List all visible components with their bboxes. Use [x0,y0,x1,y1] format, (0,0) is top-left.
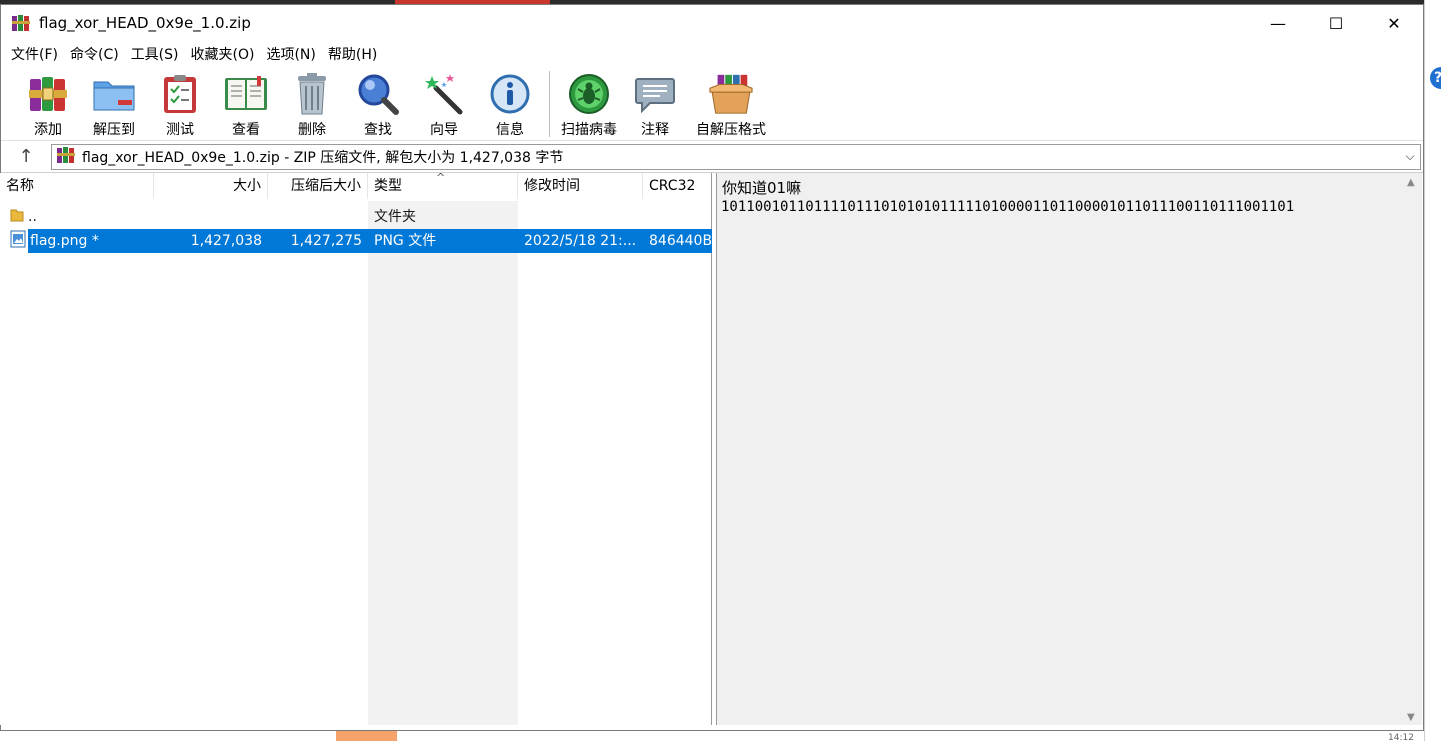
file-crc: 846440B [643,229,712,253]
speech-bubble-icon [632,71,678,117]
column-header-name[interactable]: 名称 [0,173,154,199]
scroll-up-icon[interactable]: ▲ [1407,177,1415,188]
archive-books-icon [25,71,71,117]
title-bar: flag_xor_HEAD_0x9e_1.0.zip — ☐ ✕ [1,5,1423,41]
file-size [154,205,268,229]
minimize-button[interactable]: — [1249,5,1307,41]
menu-tools[interactable]: 工具(S) [125,44,185,64]
toolbar-separator [549,71,550,137]
file-name: flag.png * [28,229,154,253]
extract-to-label: 解压到 [93,122,135,138]
menu-commands[interactable]: 命令(C) [64,44,125,64]
column-header-type-label: 类型 [374,178,402,194]
file-packed: 1,427,275 [268,229,368,253]
comment-title: 你知道01嘛 [722,179,802,197]
test-button[interactable]: 测试 [147,67,213,139]
column-header-modified[interactable]: 修改时间 [518,173,643,199]
extract-to-button[interactable]: 解压到 [81,67,147,139]
scan-virus-button[interactable]: 扫描病毒 [556,67,622,139]
sort-ascending-icon: ^ [436,171,446,184]
taskbar-strip [0,731,1424,741]
view-button[interactable]: 查看 [213,67,279,139]
sfx-label: 自解压格式 [696,122,766,138]
background-window [1424,0,1441,741]
table-row-flag-png[interactable]: flag.png * 1,427,038 1,427,275 PNG 文件 20… [0,229,712,253]
comment-label: 注释 [641,122,669,138]
scan-virus-label: 扫描病毒 [561,122,617,138]
folder-icon [0,207,24,227]
sfx-box-icon [708,71,754,117]
clipboard-check-icon [157,71,203,117]
archive-comment-pane: 你知道01嘛 101100101101111011101010101111101… [716,173,1422,725]
file-modified [518,205,643,229]
magic-wand-icon [421,71,467,117]
info-icon [487,71,533,117]
taskbar-highlight [336,731,397,741]
toolbar: 添加 解压到 测试 查看 删除 查找 向导 信息 扫描病毒 注释 自解压格式 [1,67,1423,141]
png-file-icon [0,230,28,252]
chevron-down-icon[interactable]: ⌵ [1400,149,1420,164]
menu-help[interactable]: 帮助(H) [322,44,383,64]
menu-options[interactable]: 选项(N) [260,44,321,64]
up-arrow-icon[interactable]: ↑ [1,146,51,167]
sorted-column-highlight [368,201,518,725]
archive-path-text: flag_xor_HEAD_0x9e_1.0.zip - ZIP 压缩文件, 解… [82,149,564,166]
file-name: .. [28,209,37,225]
wizard-button[interactable]: 向导 [411,67,477,139]
column-header-size[interactable]: 大小 [154,173,268,199]
comment-scrollbar[interactable]: ▲ ▼ [1404,173,1422,725]
path-combobox[interactable]: flag_xor_HEAD_0x9e_1.0.zip - ZIP 压缩文件, 解… [51,143,1421,170]
comment-body: 1011001011011110111010101011111010000110… [721,199,1295,215]
column-header-crc[interactable]: CRC32 [643,173,712,199]
delete-button[interactable]: 删除 [279,67,345,139]
add-label: 添加 [34,122,62,138]
comment-button[interactable]: 注释 [622,67,688,139]
menu-file[interactable]: 文件(F) [5,44,64,64]
folder-icon [91,71,137,117]
find-button[interactable]: 查找 [345,67,411,139]
delete-label: 删除 [298,122,326,138]
trash-can-icon [289,71,335,117]
info-label: 信息 [496,122,524,138]
file-size: 1,427,038 [154,229,268,253]
maximize-button[interactable]: ☐ [1307,5,1365,41]
view-label: 查看 [232,122,260,138]
file-type: PNG 文件 [368,229,518,253]
address-bar: ↑ flag_xor_HEAD_0x9e_1.0.zip - ZIP 压缩文件,… [1,141,1423,173]
column-header-type[interactable]: 类型 ^ [368,171,518,199]
file-list: 名称 大小 压缩后大小 类型 ^ 修改时间 CRC32 .. 文件夹 flag.… [0,171,712,725]
find-label: 查找 [364,122,392,138]
window-title: flag_xor_HEAD_0x9e_1.0.zip [39,14,251,32]
wizard-label: 向导 [430,122,458,138]
magnifier-icon [355,71,401,117]
sfx-button[interactable]: 自解压格式 [688,67,774,139]
scroll-down-icon[interactable]: ▼ [1407,712,1415,723]
file-list-header: 名称 大小 压缩后大小 类型 ^ 修改时间 CRC32 [0,171,712,199]
file-packed [268,205,368,229]
menu-bar: 文件(F) 命令(C) 工具(S) 收藏夹(O) 选项(N) 帮助(H) [1,41,1423,67]
menu-favorites[interactable]: 收藏夹(O) [185,44,261,64]
file-type: 文件夹 [374,209,416,225]
bug-scan-icon [566,71,612,117]
add-button[interactable]: 添加 [15,67,81,139]
open-book-icon [223,71,269,117]
file-modified: 2022/5/18 21:... [518,229,643,253]
content-area: 名称 大小 压缩后大小 类型 ^ 修改时间 CRC32 .. 文件夹 flag.… [0,171,1422,725]
test-label: 测试 [166,122,194,138]
column-header-packed[interactable]: 压缩后大小 [268,173,368,199]
file-crc [643,205,712,229]
zip-archive-icon [56,145,76,169]
winrar-app-icon [11,13,31,33]
taskbar-clock: 14:12 [1388,733,1414,741]
info-button[interactable]: 信息 [477,67,543,139]
table-row-parent-folder[interactable]: .. 文件夹 [0,205,712,229]
close-button[interactable]: ✕ [1365,5,1423,41]
